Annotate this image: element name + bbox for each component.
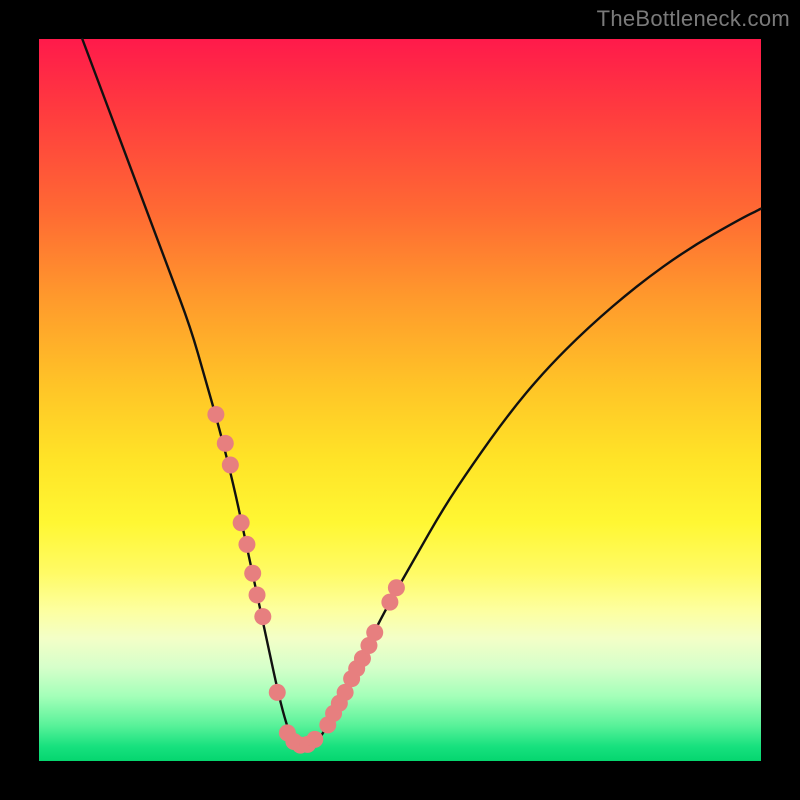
curve-marker bbox=[249, 586, 266, 603]
curve-marker bbox=[388, 579, 405, 596]
watermark-text: TheBottleneck.com bbox=[597, 6, 790, 32]
curve-marker bbox=[244, 565, 261, 582]
curve-markers bbox=[207, 406, 405, 754]
curve-svg bbox=[39, 39, 761, 761]
curve-marker bbox=[217, 435, 234, 452]
bottleneck-curve bbox=[82, 39, 761, 750]
chart-stage: TheBottleneck.com bbox=[0, 0, 800, 800]
curve-marker bbox=[254, 608, 271, 625]
curve-marker bbox=[366, 624, 383, 641]
curve-marker bbox=[222, 456, 239, 473]
curve-marker bbox=[381, 594, 398, 611]
plot-area bbox=[39, 39, 761, 761]
curve-marker bbox=[207, 406, 224, 423]
curve-marker bbox=[269, 684, 286, 701]
curve-marker bbox=[238, 536, 255, 553]
curve-marker bbox=[233, 514, 250, 531]
curve-marker bbox=[306, 731, 323, 748]
